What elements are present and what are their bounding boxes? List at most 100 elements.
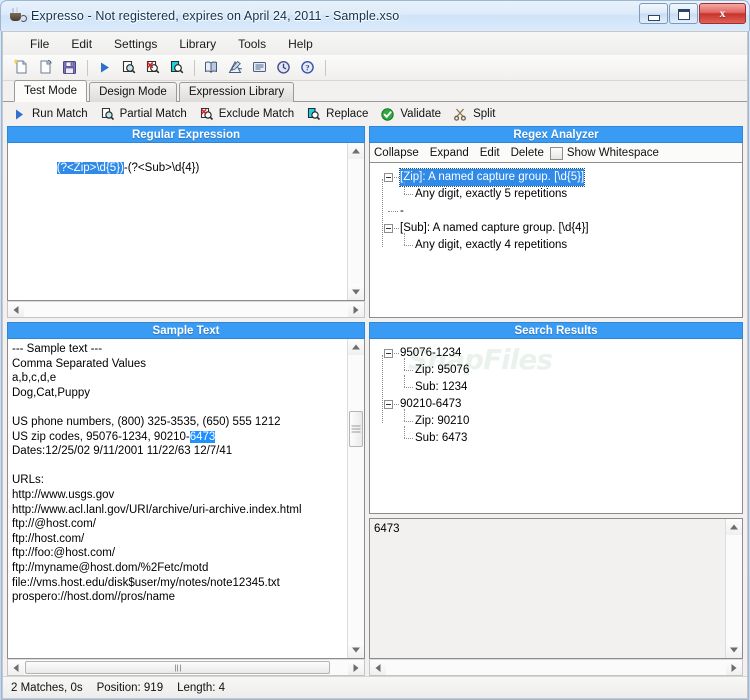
scroll-up-icon[interactable] xyxy=(348,339,364,355)
left-column: Regular Expression (?<Zip>\d{5})-(?<Sub>… xyxy=(7,126,365,676)
close-button[interactable]: x xyxy=(699,3,746,24)
result-row[interactable]: Zip: 90210 xyxy=(376,409,738,430)
scroll-down-icon[interactable] xyxy=(348,642,364,658)
tree-item[interactable]: Any digit, exactly 5 repetitions xyxy=(376,182,738,203)
open-document-icon[interactable] xyxy=(35,57,57,78)
result-detail-value: 6473 xyxy=(374,523,400,535)
result-detail-box[interactable]: 6473 xyxy=(369,518,743,659)
window-title: Expresso - Not registered, expires on Ap… xyxy=(31,9,400,23)
tab-test-mode[interactable]: Test Mode xyxy=(14,80,88,102)
report-icon[interactable] xyxy=(249,57,271,78)
action-partial-match[interactable]: Partial Match xyxy=(100,107,187,122)
sample-text-input[interactable]: --- Sample text --- Comma Separated Valu… xyxy=(7,339,365,659)
action-validate[interactable]: Validate xyxy=(380,107,441,122)
result-row[interactable]: Zip: 95076 xyxy=(376,358,738,379)
action-run-match[interactable]: Run Match xyxy=(12,107,88,122)
scroll-right-icon[interactable] xyxy=(348,660,364,675)
scroll-right-icon[interactable] xyxy=(348,302,364,317)
toolbar-separator xyxy=(325,59,326,76)
expander-icon[interactable] xyxy=(384,173,393,182)
action-run-match-label: Run Match xyxy=(32,108,88,120)
analyzer-tree[interactable]: [Zip]: A named capture group. [\d{5}] An… xyxy=(369,162,743,318)
main-area: Regular Expression (?<Zip>\d{5})-(?<Sub>… xyxy=(3,126,747,676)
exclude-match-icon[interactable] xyxy=(142,57,164,78)
regex-input[interactable]: (?<Zip>\d{5})-(?<Sub>\d{4}) xyxy=(7,143,365,301)
analyzer-delete-button[interactable]: Delete xyxy=(511,147,544,159)
show-whitespace-label: Show Whitespace xyxy=(566,146,659,159)
expresso-window: Expresso - Not registered, expires on Ap… xyxy=(0,0,750,700)
result-row[interactable]: Sub: 6473 xyxy=(376,426,738,447)
action-exclude-match[interactable]: Exclude Match xyxy=(199,107,294,122)
scroll-down-icon[interactable] xyxy=(726,642,742,658)
scroll-up-icon[interactable] xyxy=(726,519,742,535)
tab-design-mode[interactable]: Design Mode xyxy=(89,82,177,102)
window-controls: x xyxy=(639,3,746,24)
detail-horizontal-scrollbar[interactable] xyxy=(369,659,743,676)
analyzer-collapse-button[interactable]: Collapse xyxy=(374,147,419,159)
partial-match-icon[interactable] xyxy=(118,57,140,78)
analyzer-edit-button[interactable]: Edit xyxy=(480,147,500,159)
expander-icon[interactable] xyxy=(384,349,393,358)
tree-item[interactable]: [Sub]: A named capture group. [\d{4}] xyxy=(376,220,738,237)
status-bar: 2 Matches, 0s Position: 919 Length: 4 xyxy=(3,676,747,698)
status-matches: 2 Matches, 0s xyxy=(11,681,83,694)
menu-edit[interactable]: Edit xyxy=(60,34,103,54)
replace-icon[interactable] xyxy=(166,57,188,78)
scroll-left-icon[interactable] xyxy=(8,302,24,317)
scroll-left-icon[interactable] xyxy=(8,660,24,675)
design-ruler-icon[interactable] xyxy=(225,57,247,78)
library-book-icon[interactable] xyxy=(201,57,223,78)
help-icon[interactable]: ? xyxy=(297,57,319,78)
close-icon: x xyxy=(719,6,726,20)
action-split[interactable]: Split xyxy=(453,107,495,122)
show-whitespace-checkbox[interactable] xyxy=(549,147,563,160)
menu-help[interactable]: Help xyxy=(277,34,324,54)
result-row[interactable]: 90210-6473 xyxy=(376,396,738,413)
expander-icon[interactable] xyxy=(384,224,393,233)
regex-horizontal-scrollbar[interactable] xyxy=(7,301,365,318)
analyzer-node-label: - xyxy=(400,205,404,217)
tree-item[interactable]: [Zip]: A named capture group. [\d{5}] xyxy=(376,168,738,187)
analyzer-expand-button[interactable]: Expand xyxy=(430,147,469,159)
sample-horizontal-scrollbar[interactable] xyxy=(7,659,365,676)
tree-item[interactable]: - xyxy=(376,203,738,220)
regex-analyzer-pane: Regex Analyzer Collapse Expand Edit Dele… xyxy=(369,126,743,318)
action-replace-label: Replace xyxy=(326,108,369,120)
regex-vertical-scrollbar[interactable] xyxy=(347,143,364,300)
regex-rest-text: -(?<Sub>\d{4}) xyxy=(123,161,200,174)
result-row[interactable]: Sub: 1234 xyxy=(376,375,738,396)
analyzer-node-label: [Zip]: A named capture group. [\d{5}] xyxy=(398,168,586,187)
menu-file[interactable]: File xyxy=(19,34,60,54)
new-document-icon[interactable] xyxy=(11,57,33,78)
scroll-up-icon[interactable] xyxy=(348,143,364,159)
sample-hscroll-thumb[interactable] xyxy=(25,661,330,674)
sample-scroll-thumb[interactable] xyxy=(349,411,363,447)
scroll-right-icon[interactable] xyxy=(726,660,742,675)
minimize-button[interactable] xyxy=(639,3,668,24)
action-replace[interactable]: Replace xyxy=(306,107,368,122)
sample-vertical-scrollbar[interactable] xyxy=(347,339,364,658)
tree-item[interactable]: Any digit, exactly 4 repetitions xyxy=(376,233,738,254)
regular-expression-pane: Regular Expression (?<Zip>\d{5})-(?<Sub>… xyxy=(7,126,365,318)
result-detail-pane: 6473 xyxy=(369,518,743,676)
scroll-left-icon[interactable] xyxy=(370,660,386,675)
menu-settings[interactable]: Settings xyxy=(103,34,168,54)
save-icon[interactable] xyxy=(59,57,81,78)
tab-expression-library[interactable]: Expression Library xyxy=(178,82,295,102)
menu-tools[interactable]: Tools xyxy=(227,34,277,54)
validate-check-icon xyxy=(380,107,397,122)
maximize-button[interactable] xyxy=(669,3,698,24)
action-exclude-match-label: Exclude Match xyxy=(218,108,295,120)
expander-icon[interactable] xyxy=(384,400,393,409)
detail-vertical-scrollbar[interactable] xyxy=(725,519,742,658)
search-results-pane: Search Results SnapFiles 95076-1234 Zip:… xyxy=(369,322,743,514)
history-clock-icon[interactable] xyxy=(273,57,295,78)
run-match-icon[interactable] xyxy=(94,57,116,78)
search-results-tree[interactable]: SnapFiles 95076-1234 Zip: 95076 Sub: 123… xyxy=(369,339,743,514)
right-column: Regex Analyzer Collapse Expand Edit Dele… xyxy=(369,126,743,676)
menu-library[interactable]: Library xyxy=(168,34,227,54)
scroll-down-icon[interactable] xyxy=(348,284,364,300)
window-client: File Edit Settings Library Tools Help ? … xyxy=(1,31,749,700)
toolbar-separator xyxy=(194,59,195,76)
result-row[interactable]: 95076-1234 xyxy=(376,345,738,362)
